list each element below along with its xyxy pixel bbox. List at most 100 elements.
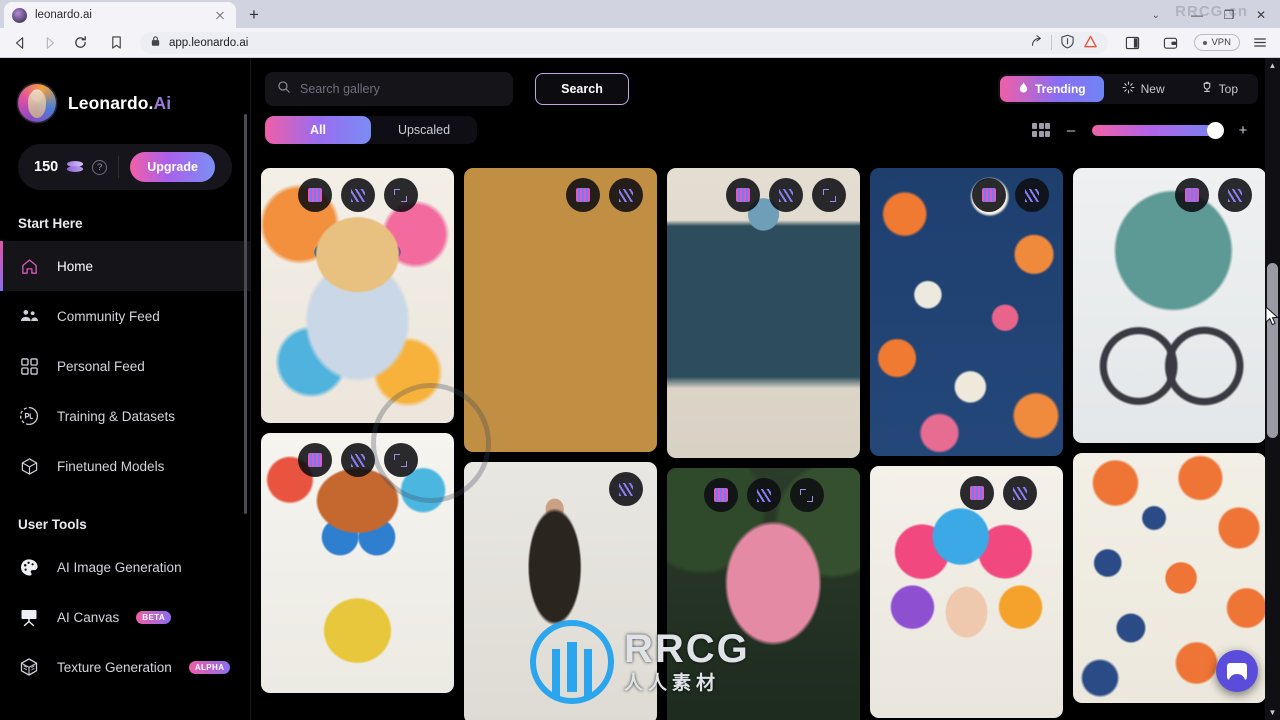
question-mark-icon[interactable]: ? xyxy=(92,159,108,175)
vpn-status-dot-icon xyxy=(1203,40,1208,45)
sidebar-item-label: Home xyxy=(57,258,94,274)
sidebar-item-ai-canvas[interactable]: AI Canvas BETA xyxy=(0,592,250,642)
brave-shields-icon[interactable] xyxy=(1060,34,1075,52)
scroll-down-arrow-icon[interactable]: ▼ xyxy=(1265,705,1280,720)
filter-tab-upscaled[interactable]: Upscaled xyxy=(371,116,477,144)
gallery-card-girl-with-blue-glasses[interactable] xyxy=(261,433,454,693)
toolbar-divider xyxy=(1051,35,1053,50)
image-variation-icon[interactable] xyxy=(703,478,738,512)
scroll-up-arrow-icon[interactable]: ▲ xyxy=(1265,58,1280,73)
gallery-card-rainbow-hair-portrait[interactable] xyxy=(870,466,1063,718)
card-action-buttons xyxy=(297,178,418,212)
window-controls: ⌄ — ❐ ✕ xyxy=(1152,2,1280,28)
sort-tab-label: Trending xyxy=(1034,82,1086,96)
motion-icon[interactable] xyxy=(746,478,781,512)
motion-icon[interactable] xyxy=(609,178,643,212)
sort-options: Trending New Top xyxy=(997,74,1258,104)
back-arrow-icon[interactable] xyxy=(6,31,34,55)
motion-icon[interactable] xyxy=(1218,178,1252,212)
vpn-button[interactable]: VPN xyxy=(1194,34,1240,51)
address-bar[interactable]: app.leonardo.ai xyxy=(140,31,1109,54)
new-tab-button[interactable]: + xyxy=(240,2,268,28)
image-variation-icon[interactable] xyxy=(972,178,1006,212)
gallery-card-pink-haired-fairy[interactable] xyxy=(667,468,860,720)
gallery-card-lion-sunglasses-watercolor[interactable] xyxy=(261,168,454,423)
brave-leo-icon[interactable] xyxy=(1083,34,1098,52)
gallery-card-dark-armored-lady-sheet[interactable] xyxy=(464,462,657,720)
brave-wallet-icon[interactable] xyxy=(1156,31,1184,55)
zoom-out-button[interactable]: – xyxy=(1064,122,1078,139)
sidebar-item-home[interactable]: Home xyxy=(0,241,250,291)
image-variation-icon[interactable] xyxy=(297,178,332,212)
sort-tab-top[interactable]: Top xyxy=(1183,76,1256,102)
page-scrollbar-thumb[interactable] xyxy=(1267,263,1278,438)
sidebar-panel-icon[interactable] xyxy=(1118,31,1146,55)
sidebar-scrollbar[interactable] xyxy=(244,114,247,514)
sidebar-item-finetuned-models[interactable]: Finetuned Models xyxy=(0,441,250,491)
zoom-slider-knob[interactable] xyxy=(1207,121,1224,139)
motion-icon[interactable] xyxy=(609,472,643,506)
motion-icon[interactable] xyxy=(1015,178,1049,212)
zoom-slider[interactable] xyxy=(1092,121,1224,139)
chevron-down-icon[interactable]: ⌄ xyxy=(1152,10,1160,21)
reload-icon[interactable] xyxy=(66,31,94,55)
page-viewport: Leonardo.Ai 150 ? Upgrade Start Here Hom… xyxy=(0,58,1280,720)
motion-icon[interactable] xyxy=(769,178,803,212)
vpn-label: VPN xyxy=(1211,37,1231,48)
brand-name: Leonardo.Ai xyxy=(68,93,171,114)
gallery-card-blue-haired-warrior[interactable] xyxy=(667,168,860,458)
toolbar-row-filters: All Upscaled – + xyxy=(265,116,1258,144)
motion-icon[interactable] xyxy=(1003,476,1037,510)
image-variation-icon[interactable] xyxy=(297,443,332,477)
intercom-chat-button[interactable] xyxy=(1216,650,1258,692)
zoom-in-button[interactable]: + xyxy=(1236,122,1250,139)
image-variation-icon[interactable] xyxy=(566,178,600,212)
maximize-button[interactable]: ❐ xyxy=(1214,4,1244,26)
search-field-wrapper[interactable] xyxy=(265,72,513,106)
motion-icon[interactable] xyxy=(340,178,375,212)
share-icon[interactable] xyxy=(1029,34,1043,51)
image-variation-icon[interactable] xyxy=(1175,178,1209,212)
tab-title: leonardo.ai xyxy=(35,9,92,21)
sort-segmented-control: Trending New Top xyxy=(997,74,1258,104)
image-gallery-grid xyxy=(261,168,1266,720)
bookmark-icon[interactable] xyxy=(102,31,130,55)
cube-box-icon xyxy=(18,455,40,477)
search-button[interactable]: Search xyxy=(535,73,629,105)
training-datasets-icon xyxy=(18,405,40,427)
sidebar-item-community-feed[interactable]: Community Feed xyxy=(0,291,250,341)
sidebar-item-texture-generation[interactable]: Texture Generation ALPHA xyxy=(0,642,250,692)
browser-tab[interactable]: leonardo.ai xyxy=(4,2,236,28)
search-input[interactable] xyxy=(300,82,501,96)
zoom-controls: – + xyxy=(1032,121,1258,139)
upgrade-button[interactable]: Upgrade xyxy=(130,152,215,182)
palette-icon xyxy=(18,556,40,578)
expand-icon[interactable] xyxy=(383,443,418,477)
motion-icon[interactable] xyxy=(340,443,375,477)
filter-tab-all[interactable]: All xyxy=(265,116,371,144)
url-action-icons xyxy=(1029,34,1098,52)
leonardo-favicon-icon xyxy=(12,7,27,23)
page-scrollbar[interactable]: ▲ ▼ xyxy=(1265,58,1280,720)
gallery-card-dark-floral-pattern[interactable] xyxy=(870,168,1063,456)
sort-tab-new[interactable]: New xyxy=(1104,76,1183,102)
image-variation-icon[interactable] xyxy=(960,476,994,510)
brand-logo-block[interactable]: Leonardo.Ai xyxy=(0,58,250,122)
sidebar-item-personal-feed[interactable]: Personal Feed xyxy=(0,341,250,391)
minimize-button[interactable]: — xyxy=(1182,4,1212,26)
hamburger-menu-icon[interactable] xyxy=(1246,31,1274,55)
sidebar-item-ai-image-generation[interactable]: AI Image Generation xyxy=(0,542,250,592)
browser-window: leonardo.ai + ⌄ — ❐ ✕ RRCG.cn app.leonar… xyxy=(0,0,1280,720)
expand-icon[interactable] xyxy=(812,178,846,212)
sort-tab-trending[interactable]: Trending xyxy=(999,76,1104,102)
close-icon[interactable] xyxy=(212,7,228,23)
grid-layout-icon[interactable] xyxy=(1032,123,1050,137)
gallery-card-koala-on-bicycle[interactable] xyxy=(1073,168,1266,443)
expand-icon[interactable] xyxy=(789,478,824,512)
expand-icon[interactable] xyxy=(383,178,418,212)
forward-arrow-icon xyxy=(36,31,64,55)
sidebar-item-training-datasets[interactable]: Training & Datasets xyxy=(0,391,250,441)
window-close-button[interactable]: ✕ xyxy=(1246,4,1276,26)
image-variation-icon[interactable] xyxy=(726,178,760,212)
gallery-card-egyptian-hieroglyphs[interactable] xyxy=(464,168,657,452)
